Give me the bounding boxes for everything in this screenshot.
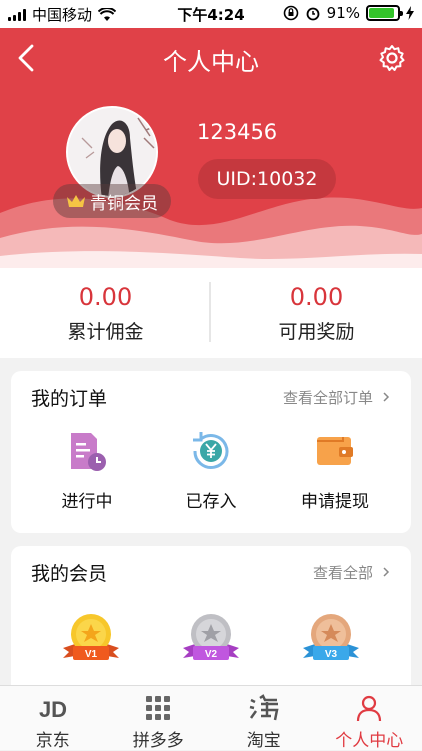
battery-icon xyxy=(366,5,400,21)
bottom-tab-bar: JD 京东 拼多多 淘宝 个人中心 xyxy=(0,685,422,750)
member-level-badge[interactable]: 青铜会员 xyxy=(53,184,171,218)
taobao-icon xyxy=(247,694,281,722)
stat-available-reward[interactable]: 0.00 可用奖励 xyxy=(211,268,422,358)
stat-total-commission[interactable]: 0.00 累计佣金 xyxy=(0,268,211,358)
divider xyxy=(209,282,211,342)
chevron-right-icon xyxy=(381,566,391,578)
order-status-label: 已存入 xyxy=(161,487,261,512)
view-all-orders-label: 查看全部订单 xyxy=(283,387,373,408)
member-level-label: 青铜会员 xyxy=(90,189,158,214)
members-title: 我的会员 xyxy=(31,559,107,586)
person-icon xyxy=(355,694,383,722)
tab-profile[interactable]: 个人中心 xyxy=(317,686,422,750)
jd-icon: JD xyxy=(36,695,70,721)
uid-badge: UID:10032 xyxy=(198,159,336,199)
order-status-withdraw[interactable]: 申请提现 xyxy=(285,429,385,512)
charging-icon xyxy=(406,6,414,20)
medal-v1-icon[interactable]: V1 xyxy=(55,608,127,668)
tab-pinduoduo[interactable]: 拼多多 xyxy=(106,686,212,750)
earnings-summary: 0.00 累计佣金 0.00 可用奖励 xyxy=(0,268,422,358)
stat-value: 0.00 xyxy=(211,283,422,311)
svg-text:V2: V2 xyxy=(205,649,218,660)
document-clock-icon xyxy=(65,429,109,473)
view-all-orders-link[interactable]: 查看全部订单 xyxy=(283,387,391,408)
tab-label: 淘宝 xyxy=(211,726,317,751)
order-status-deposited[interactable]: 已存入 xyxy=(161,429,261,512)
svg-text:V1: V1 xyxy=(85,649,98,660)
alarm-icon xyxy=(305,5,321,21)
username: 123456 xyxy=(197,120,277,144)
orientation-lock-icon xyxy=(283,5,299,21)
wallet-icon xyxy=(313,429,357,473)
crown-icon xyxy=(66,193,86,209)
order-status-label: 进行中 xyxy=(37,487,137,512)
yuan-deposit-icon xyxy=(189,429,233,473)
members-card: 我的会员 查看全部 V1 V2 V3 xyxy=(11,546,411,706)
order-status-in-progress[interactable]: 进行中 xyxy=(37,429,137,512)
orders-title: 我的订单 xyxy=(31,384,107,411)
pinduoduo-icon xyxy=(142,694,174,722)
svg-text:V3: V3 xyxy=(325,649,338,660)
view-all-members-link[interactable]: 查看全部 xyxy=(313,562,391,583)
medal-v3-icon[interactable]: V3 xyxy=(295,608,367,668)
tab-label: 个人中心 xyxy=(317,726,422,751)
medal-v2-icon[interactable]: V2 xyxy=(175,608,247,668)
svg-text:JD: JD xyxy=(39,697,67,721)
profile-header: 个人中心 青铜会员 123456 UID:10032 xyxy=(0,28,422,268)
tab-jd[interactable]: JD 京东 xyxy=(0,686,106,750)
order-status-label: 申请提现 xyxy=(285,487,385,512)
chevron-right-icon xyxy=(381,391,391,403)
view-all-members-label: 查看全部 xyxy=(313,562,373,583)
tab-taobao[interactable]: 淘宝 xyxy=(211,686,317,750)
tab-label: 京东 xyxy=(0,726,106,751)
stat-label: 可用奖励 xyxy=(211,317,422,344)
orders-card: 我的订单 查看全部订单 进行中 已存入 xyxy=(11,371,411,533)
battery-percent: 91% xyxy=(327,4,360,22)
gear-icon[interactable] xyxy=(376,42,408,74)
stat-label: 累计佣金 xyxy=(0,317,211,344)
page-title: 个人中心 xyxy=(0,42,422,77)
stat-value: 0.00 xyxy=(0,283,211,311)
status-bar: 中国移动 下午4:24 91% xyxy=(0,0,422,28)
tab-label: 拼多多 xyxy=(106,726,212,751)
